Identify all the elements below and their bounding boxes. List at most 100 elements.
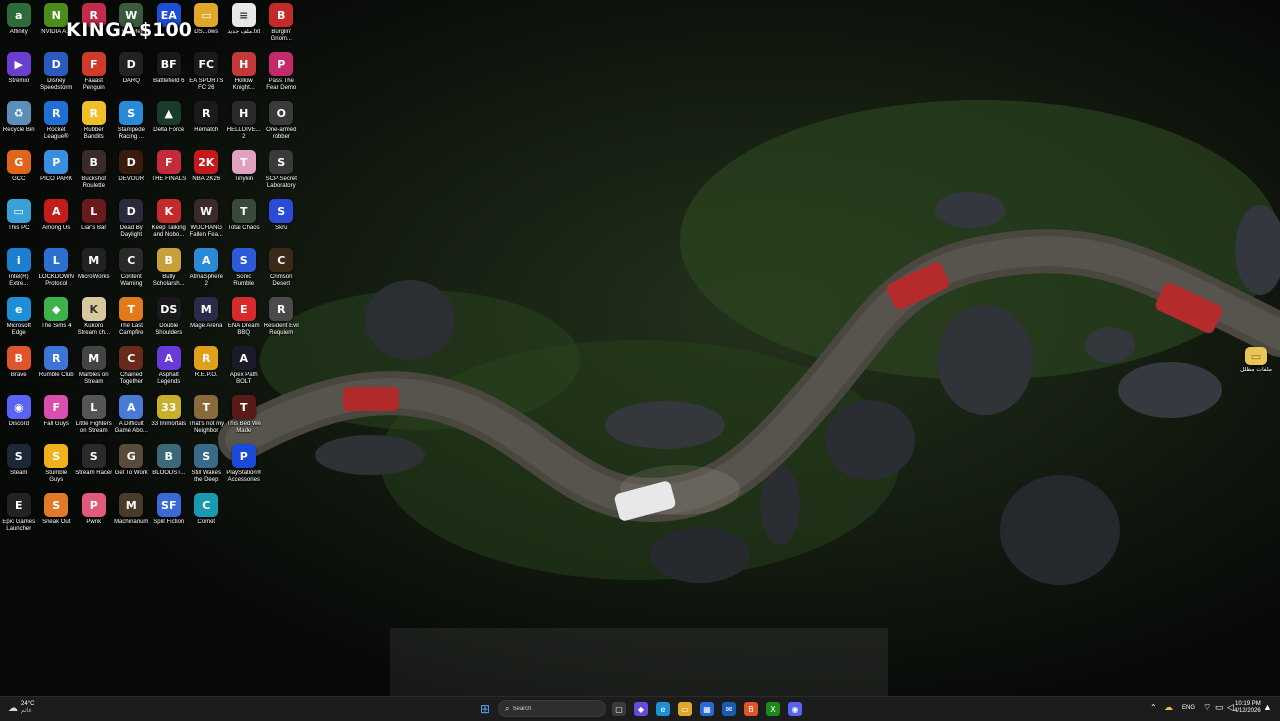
xbox-icon[interactable]: X — [766, 702, 780, 716]
desktop-icon-bully-scholarsh[interactable]: B Bully Scholarsh... — [150, 245, 188, 294]
desktop-icon-kukoro-stream-ch[interactable]: K Kukoro Stream ch... — [75, 294, 113, 343]
desktop-icon-microworks[interactable]: M MicroWorks — [75, 245, 113, 294]
show-hidden-icons-chevron-icon[interactable]: ⌃ — [1150, 703, 1157, 712]
desktop-icon-marbles-on-stream[interactable]: M Marbles on Stream — [75, 343, 113, 392]
mail-icon[interactable]: ✉ — [722, 702, 736, 716]
desktop-icon-rubber-bandits[interactable]: R Rubber Bandits — [75, 98, 113, 147]
desktop-icon-split-fiction[interactable]: SF Split Fiction — [150, 490, 188, 539]
task-view-icon[interactable]: ▢ — [612, 702, 626, 716]
desktop-icon-still-wakes-the-deep[interactable]: S Still Wakes the Deep — [188, 441, 226, 490]
desktop-icon-crimson-desert[interactable]: C Crimson Desert — [263, 245, 301, 294]
desktop-icon-pass-the-fear-demo[interactable]: P Pass The Fear Demo — [263, 49, 301, 98]
desktop-icon-total-chaos[interactable]: T Total Chaos — [225, 196, 263, 245]
desktop-icon-asphalt-legends[interactable]: A Asphalt Legends — [150, 343, 188, 392]
wifi-icon[interactable]: ⌔ — [1203, 702, 1211, 713]
desktop-icon-lockdown-protocol[interactable]: L LOCKDOWN Protocol — [38, 245, 76, 294]
desktop-icon-this-pc[interactable]: ▭ This PC — [0, 196, 38, 245]
desktop-icon-machinarium[interactable]: M Machinarium — [113, 490, 151, 539]
desktop-icon-dead-by-daylight[interactable]: D Dead By Daylight — [113, 196, 151, 245]
desktop-icon-sneak-out[interactable]: S Sneak Out — [38, 490, 76, 539]
desktop-icon-battlefield-6[interactable]: BF Battlefield 6 — [150, 49, 188, 98]
desktop-icon-this-bed-we-made[interactable]: T This Bed We Made — [225, 392, 263, 441]
desktop-icon-sonic-rumble[interactable]: S Sonic Rumble — [225, 245, 263, 294]
desktop-icon-the-sims-4[interactable]: ◆ The Sims 4 — [38, 294, 76, 343]
desktop-icon-brave[interactable]: B Brave — [0, 343, 38, 392]
desktop-icon-content-warning[interactable]: C Content Warning — [113, 245, 151, 294]
desktop-icon-ea-sports-fc-26[interactable]: FC EA SPORTS FC 26 — [188, 49, 226, 98]
desktop-icon-pwnk[interactable]: P Pwnk — [75, 490, 113, 539]
desktop-icon-rocket-league[interactable]: R Rocket League® — [38, 98, 76, 147]
desktop-icon-faaast-penguin[interactable]: F Faaast Penguin — [75, 49, 113, 98]
notification-bell-icon[interactable]: ▲ — [1263, 702, 1272, 712]
desktop-icon-tinykin[interactable]: T Tinykin — [225, 147, 263, 196]
network-icon[interactable]: ▭ — [1215, 702, 1224, 713]
weather-widget[interactable]: ☁ 24°C غائم — [8, 701, 34, 715]
store-icon[interactable]: ▦ — [700, 702, 714, 716]
desktop-icon-little-fighters-on-stream[interactable]: L Little Fighters on Stream — [75, 392, 113, 441]
copilot-icon[interactable]: ◆ — [634, 702, 648, 716]
search-input[interactable] — [509, 705, 583, 712]
desktop-icon-the-finals[interactable]: F THE FINALS — [150, 147, 188, 196]
clock[interactable]: 10:19 PM 4/12/2026 — [1234, 701, 1261, 715]
desktop-icon-stremio[interactable]: ▶ Stremio — [0, 49, 38, 98]
desktop-icon-fall-guys[interactable]: F Fall Guys — [38, 392, 76, 441]
desktop-icon-epic-games-launcher[interactable]: E Epic Games Launcher — [0, 490, 38, 539]
weather-tray-icon[interactable]: ☁ — [1164, 702, 1173, 713]
desktop-icon-discord[interactable]: ◉ Discord — [0, 392, 38, 441]
desktop-icon-keep-talking-and-nobo[interactable]: K Keep Talking and Nobo... — [150, 196, 188, 245]
desktop-icon-comet[interactable]: C Comet — [188, 490, 226, 539]
desktop-icon-get-to-work[interactable]: G Get To Work — [113, 441, 151, 490]
desktop-icon-steam[interactable]: S Steam — [0, 441, 38, 490]
desktop-icon-stream-racer[interactable]: S Stream Racer — [75, 441, 113, 490]
desktop-icon-liar-s-bar[interactable]: L Liar's Bar — [75, 196, 113, 245]
desktop-icon-burglin-gnom[interactable]: B Burglin' Gnom... — [263, 0, 301, 49]
desktop-icon-mage-arena[interactable]: M Mage Arena — [188, 294, 226, 343]
desktop-icon-intel-r-extre[interactable]: i Intel(R) Extre... — [0, 245, 38, 294]
desktop-icon-buckshot-roulette[interactable]: B Buckshot Roulette — [75, 147, 113, 196]
desktop-icon-resident-evil-requiem[interactable]: R Resident Evil Requiem — [263, 294, 301, 343]
desktop-icon-helldive-2[interactable]: H HELLDIVE... 2 — [225, 98, 263, 147]
brave-icon[interactable]: B — [744, 702, 758, 716]
desktop-icon-one-armed-robber[interactable]: O One-armed robber — [263, 98, 301, 147]
desktop-icon-r-e-p-o[interactable]: R R.E.P.O. — [188, 343, 226, 392]
desktop-icon-that-s-not-my-neighbor[interactable]: T That's not my Neighbor — [188, 392, 226, 441]
desktop-folder[interactable]: ▭ ملفات مظلل — [1238, 347, 1274, 374]
desktop-icon-playstation-accessories[interactable]: P PlayStation® Accessories — [225, 441, 263, 490]
desktop-icon-among-us[interactable]: A Among Us — [38, 196, 76, 245]
desktop-icon-the-last-campfire[interactable]: T The Last Campfire — [113, 294, 151, 343]
desktop-icon-wuchang-fallen-fea[interactable]: W WUCHANG Fallen Fea... — [188, 196, 226, 245]
file-explorer-icon[interactable]: ▭ — [678, 702, 692, 716]
volume-icon[interactable]: ◁ — [1227, 702, 1234, 713]
desktop-icon-microsoft-edge[interactable]: e Microsoft Edge — [0, 294, 38, 343]
desktop-icon-rumble-club[interactable]: R Rumble Club — [38, 343, 76, 392]
desktop-icon-pico-park[interactable]: P PICO PARK — [38, 147, 76, 196]
desktop-icon-double-shoulders[interactable]: DS Double Shoulders — [150, 294, 188, 343]
edge-icon[interactable]: e — [656, 702, 670, 716]
desktop-icon-recycle-bin[interactable]: ♻ Recycle Bin — [0, 98, 38, 147]
desktop-icon-a-difficult-game-abo[interactable]: A A Difficult Game Abo... — [113, 392, 151, 441]
desktop-icon-rematch[interactable]: R Rematch — [188, 98, 226, 147]
start-icon[interactable]: ⊞ — [478, 702, 492, 716]
desktop-icon-bloodst[interactable]: B BLOODST... — [150, 441, 188, 490]
desktop-icon-delta-force[interactable]: ▲ Delta Force — [150, 98, 188, 147]
desktop-icon-scp-secret-laboratory[interactable]: S SCP Secret Laboratory — [263, 147, 301, 196]
desktop-icon-skru[interactable]: S Skru — [263, 196, 301, 245]
desktop-icon-33-immortals[interactable]: 33 33 Immortals — [150, 392, 188, 441]
desktop-icon-affinity[interactable]: a Affinity — [0, 0, 38, 49]
desktop-icon-ds-ows[interactable]: ▭ DS...ows — [188, 0, 226, 49]
desktop-icon-disney-speedstorm[interactable]: D Disney Speedstorm — [38, 49, 76, 98]
desktop-icon-ena-dream-bbq[interactable]: E ENA Dream BBQ — [225, 294, 263, 343]
language-indicator[interactable]: ENG — [1182, 705, 1195, 711]
desktop-icon-gcc[interactable]: G GCC — [0, 147, 38, 196]
desktop-icon-stampede-racing[interactable]: S Stampede Racing ... — [113, 98, 151, 147]
desktop-icon-txt[interactable]: ≡ ملف جديد.txt — [225, 0, 263, 49]
desktop-icon-darq[interactable]: D DARQ — [113, 49, 151, 98]
taskbar-search-box[interactable]: ⌕ — [498, 700, 606, 717]
desktop-icon-devour[interactable]: D DEVOUR — [113, 147, 151, 196]
desktop-icon-atmasphere-2[interactable]: A AtmaSphere 2 — [188, 245, 226, 294]
desktop-icon-apex-path-bolt[interactable]: A Apex Path BOLT — [225, 343, 263, 392]
desktop-icon-stumble-guys[interactable]: S Stumble Guys — [38, 441, 76, 490]
discord-icon[interactable]: ◉ — [788, 702, 802, 716]
desktop-icon-nba-2k26[interactable]: 2K NBA 2K26 — [188, 147, 226, 196]
desktop-icon-chained-together[interactable]: C Chained Together — [113, 343, 151, 392]
